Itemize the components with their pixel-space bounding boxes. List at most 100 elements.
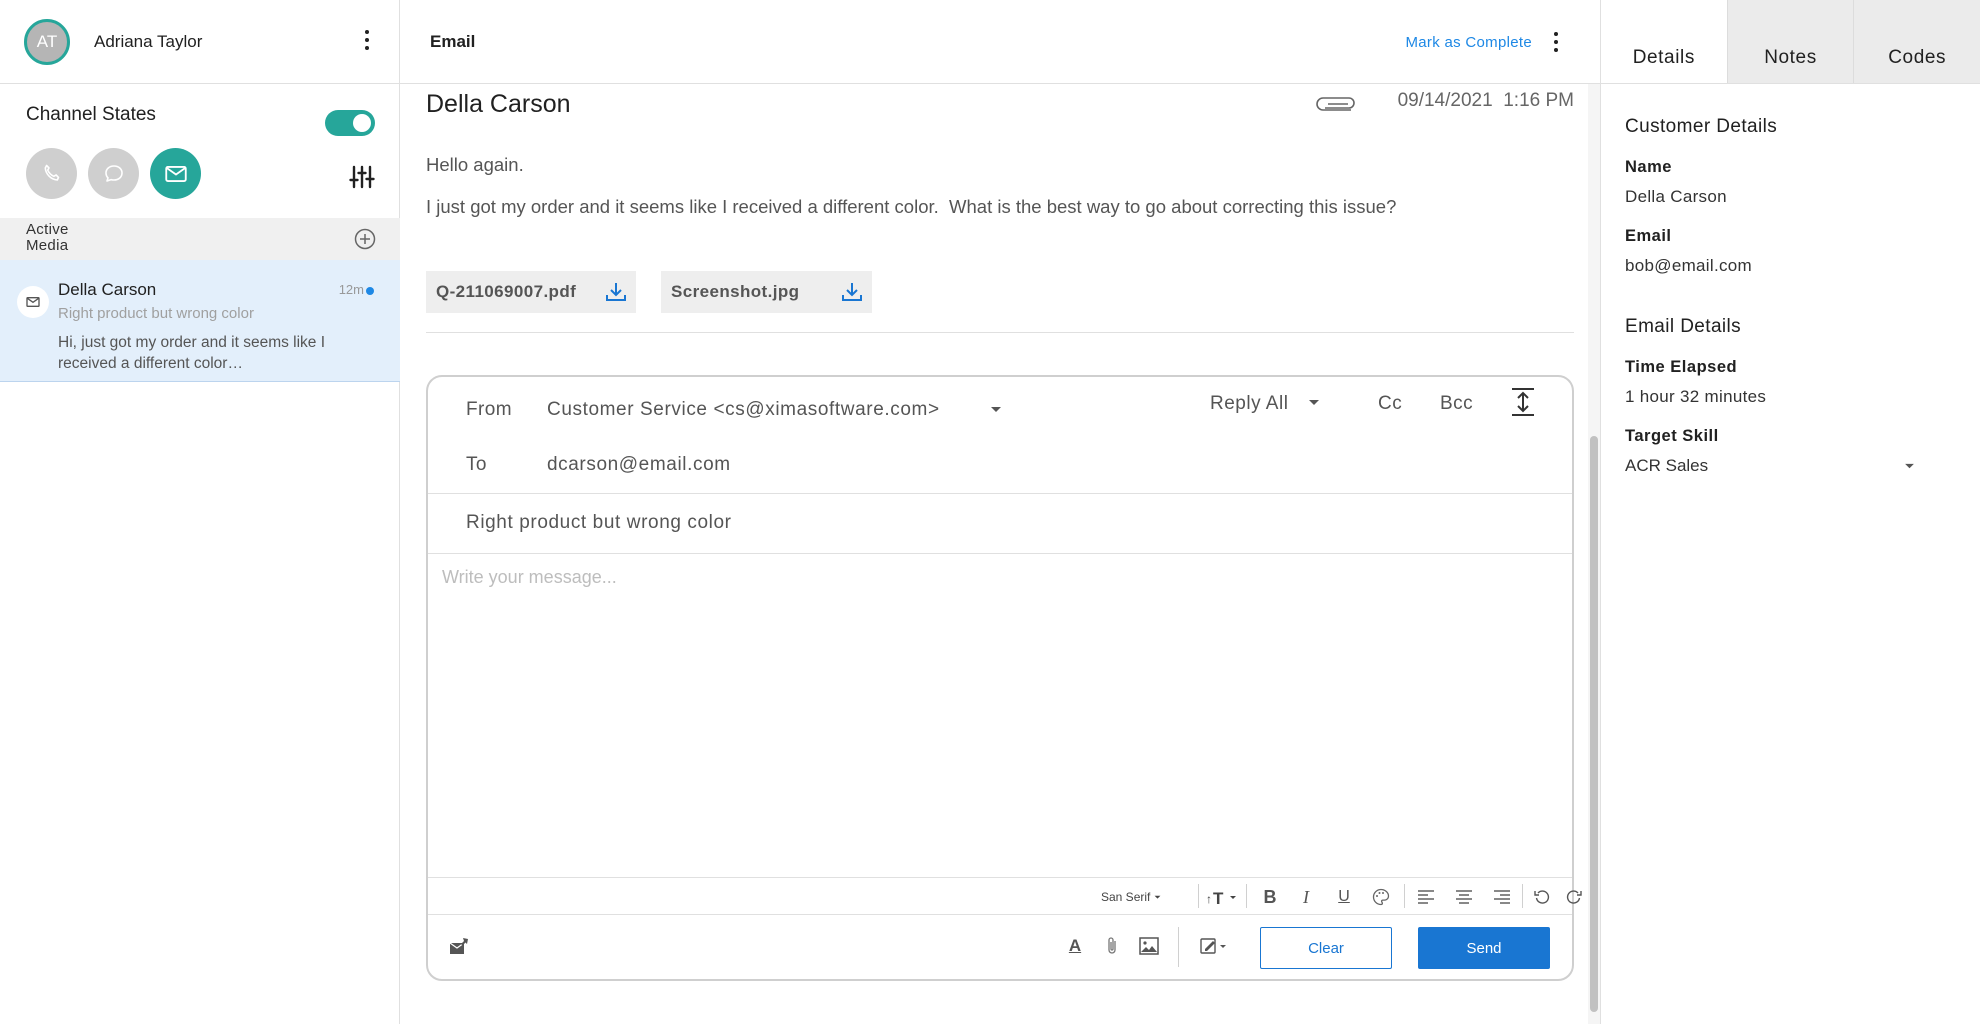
attachment-chip[interactable]: Q-211069007.pdf bbox=[426, 271, 636, 313]
clear-button[interactable]: Clear bbox=[1260, 927, 1392, 969]
italic-icon[interactable]: I bbox=[1296, 886, 1316, 908]
more-menu-icon[interactable] bbox=[1552, 32, 1560, 52]
toolbar-separator bbox=[1404, 884, 1405, 908]
attachment-chip[interactable]: Screenshot.jpg bbox=[661, 271, 872, 313]
customer-details-title: Customer Details bbox=[1625, 116, 1778, 137]
download-icon[interactable] bbox=[604, 280, 628, 304]
reply-mode-select[interactable]: Reply All bbox=[1210, 393, 1288, 415]
paperclip-attach-icon[interactable] bbox=[1102, 935, 1122, 957]
tab-details[interactable]: Details bbox=[1601, 0, 1727, 83]
time-elapsed-value: 1 hour 32 minutes bbox=[1625, 387, 1767, 406]
align-center-icon[interactable] bbox=[1454, 886, 1474, 908]
signature-icon[interactable] bbox=[1200, 935, 1230, 957]
chat-bubble-icon bbox=[104, 164, 123, 182]
undo-icon[interactable] bbox=[1532, 886, 1552, 908]
channel-buttons bbox=[26, 148, 375, 199]
email-channel-button[interactable] bbox=[150, 148, 201, 199]
image-icon[interactable] bbox=[1138, 935, 1160, 957]
scrollbar[interactable] bbox=[1588, 84, 1600, 1024]
conversation-time: 12m bbox=[338, 282, 364, 297]
palette-icon[interactable] bbox=[1370, 886, 1392, 908]
align-left-icon[interactable] bbox=[1416, 886, 1436, 908]
main-panel: Email Mark as Complete Della Carson 09/1… bbox=[400, 0, 1600, 1024]
conversation-list-item[interactable]: Della Carson 12m Right product but wrong… bbox=[0, 260, 400, 382]
caret-down-icon[interactable] bbox=[1308, 399, 1320, 407]
to-label: To bbox=[466, 454, 487, 475]
toolbar-separator bbox=[1178, 927, 1179, 967]
channel-states-toggle[interactable] bbox=[325, 110, 375, 136]
caret-down-icon[interactable] bbox=[990, 406, 1002, 414]
text-color-icon[interactable]: A bbox=[1064, 935, 1086, 957]
target-skill-value: ACR Sales bbox=[1625, 456, 1709, 475]
sidebar: AT Adriana Taylor Channel States Active … bbox=[0, 0, 400, 1024]
subject-field[interactable]: Right product but wrong color bbox=[466, 512, 732, 534]
sliders-icon[interactable] bbox=[349, 164, 375, 190]
agent-more-menu-icon[interactable] bbox=[363, 30, 371, 54]
email-body: I just got my order and it seems like I … bbox=[426, 196, 1397, 217]
caret-down-icon bbox=[1905, 463, 1914, 469]
template-mail-icon[interactable] bbox=[448, 935, 472, 957]
sender-name: Della Carson bbox=[426, 90, 571, 118]
svg-text:T: T bbox=[1213, 889, 1224, 907]
format-toolbar: San Serif ↑ T B I U bbox=[428, 878, 1582, 914]
bcc-button[interactable]: Bcc bbox=[1440, 393, 1473, 415]
font-size-icon[interactable]: ↑ T bbox=[1206, 886, 1238, 908]
active-media-bar: Active Media bbox=[0, 218, 400, 260]
from-select[interactable]: Customer Service <cs@ximasoftware.com> bbox=[547, 399, 940, 421]
target-skill-label: Target Skill bbox=[1625, 427, 1719, 445]
underline-icon[interactable]: U bbox=[1334, 886, 1354, 908]
email-date: 09/14/2021 bbox=[1397, 90, 1493, 111]
expand-vertical-icon[interactable] bbox=[1510, 387, 1536, 417]
unread-dot bbox=[366, 287, 374, 295]
target-skill-select[interactable]: ACR Sales bbox=[1625, 456, 1915, 476]
attachment-name: Screenshot.jpg bbox=[671, 282, 800, 301]
conversation-subject: Right product but wrong color bbox=[58, 305, 254, 322]
name-label: Name bbox=[1625, 158, 1672, 176]
conversation-name: Della Carson bbox=[58, 280, 157, 299]
details-content: Customer Details Name Della Carson Email… bbox=[1601, 84, 1980, 508]
chat-channel-button[interactable] bbox=[88, 148, 139, 199]
font-family-select[interactable]: San Serif bbox=[1101, 886, 1161, 908]
download-icon[interactable] bbox=[840, 280, 864, 304]
cc-button[interactable]: Cc bbox=[1378, 393, 1402, 415]
channel-states-title: Channel States bbox=[26, 104, 156, 125]
mark-complete-button[interactable]: Mark as Complete bbox=[1405, 34, 1532, 51]
page-title: Email bbox=[430, 32, 476, 51]
redo-icon[interactable] bbox=[1564, 886, 1584, 908]
email-time: 1:16 PM bbox=[1503, 90, 1574, 111]
avatar[interactable]: AT bbox=[24, 18, 70, 65]
active-media-label: Active Media bbox=[26, 221, 69, 254]
bold-icon[interactable]: B bbox=[1260, 886, 1280, 908]
phone-channel-button[interactable] bbox=[26, 148, 77, 199]
to-field[interactable]: dcarson@email.com bbox=[547, 454, 731, 476]
email-greeting: Hello again. bbox=[426, 154, 524, 175]
time-elapsed-label: Time Elapsed bbox=[1625, 358, 1738, 376]
send-button[interactable]: Send bbox=[1418, 927, 1550, 969]
font-family-label: San Serif bbox=[1101, 890, 1151, 904]
agent-bar: AT Adriana Taylor bbox=[0, 0, 399, 84]
divider bbox=[426, 332, 1574, 333]
email-details-title: Email Details bbox=[1625, 316, 1742, 337]
add-circle-icon[interactable] bbox=[354, 228, 376, 250]
align-right-icon[interactable] bbox=[1492, 886, 1512, 908]
name-value: Della Carson bbox=[1625, 187, 1727, 206]
reply-composer: From Customer Service <cs@ximasoftware.c… bbox=[426, 375, 1582, 981]
svg-text:↑: ↑ bbox=[1206, 892, 1212, 906]
from-label: From bbox=[466, 399, 512, 420]
composer-actions: A Clear Send bbox=[428, 915, 1572, 979]
agent-name: Adriana Taylor bbox=[94, 31, 203, 51]
details-tabs: Details Notes Codes bbox=[1601, 0, 1980, 84]
message-input[interactable] bbox=[442, 567, 1552, 867]
email-label: Email bbox=[1625, 227, 1672, 245]
divider bbox=[428, 493, 1572, 494]
attachment-name: Q-211069007.pdf bbox=[436, 282, 577, 301]
scrollbar-thumb[interactable] bbox=[1590, 436, 1598, 1012]
tab-codes[interactable]: Codes bbox=[1853, 0, 1980, 83]
conversation-preview: Hi, just got my order and it seems like … bbox=[58, 334, 326, 372]
tab-notes[interactable]: Notes bbox=[1726, 0, 1854, 83]
envelope-icon bbox=[164, 165, 187, 182]
paperclip-icon bbox=[1316, 93, 1358, 115]
email-conversation-icon bbox=[17, 286, 49, 318]
toolbar-separator bbox=[1246, 884, 1247, 908]
phone-icon bbox=[44, 164, 59, 181]
